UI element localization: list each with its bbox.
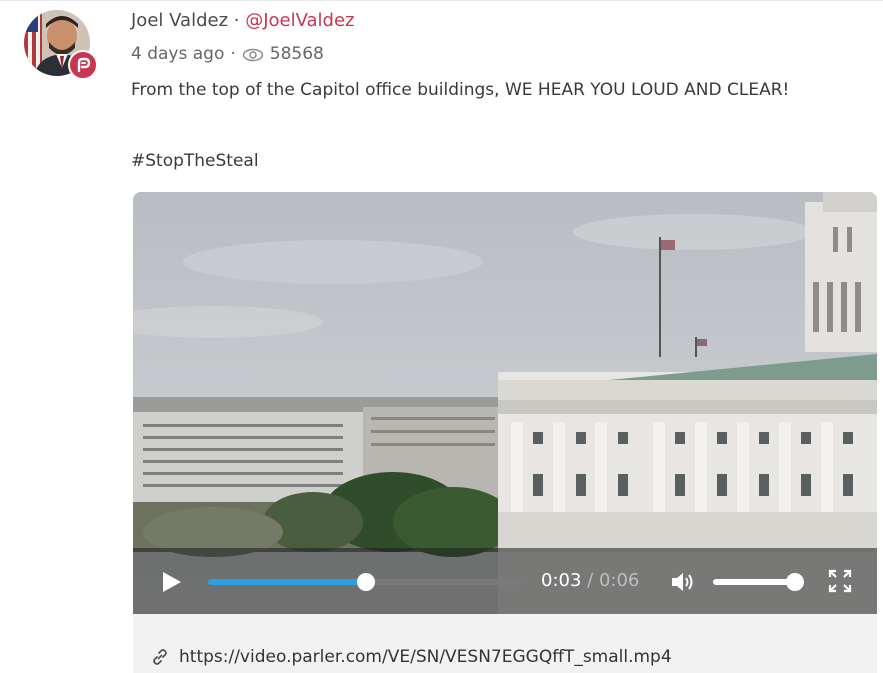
fullscreen-icon[interactable] xyxy=(828,569,852,597)
parler-icon xyxy=(68,50,98,80)
meta-separator: · xyxy=(230,44,236,64)
time-display: 0:03 / 0:06 xyxy=(541,570,639,591)
progress-fill xyxy=(208,579,366,585)
post-hashtag[interactable]: #StopTheSteal xyxy=(131,151,259,171)
video-controls: 0:03 / 0:06 xyxy=(133,548,877,614)
post-card: Joel Valdez · @JoelValdez 4 days ago · 5… xyxy=(0,0,883,673)
post-body: From the top of the Capitol office build… xyxy=(131,80,790,100)
time-separator: / xyxy=(581,570,599,591)
current-time: 0:03 xyxy=(541,570,582,591)
volume-icon[interactable] xyxy=(670,570,696,598)
name-separator: · xyxy=(228,10,246,31)
volume-handle[interactable] xyxy=(786,573,804,591)
post-timestamp: 4 days ago xyxy=(131,44,225,64)
author-avatar[interactable] xyxy=(24,10,98,80)
volume-slider[interactable] xyxy=(713,573,804,591)
post-meta: 4 days ago · 58568 xyxy=(131,44,324,64)
link-preview[interactable]: https://video.parler.com/VE/SN/VESN7EGGQ… xyxy=(133,614,877,673)
author-line: Joel Valdez · @JoelValdez xyxy=(131,10,354,31)
link-url[interactable]: https://video.parler.com/VE/SN/VESN7EGGQ… xyxy=(179,647,672,667)
progress-bar[interactable] xyxy=(208,573,523,591)
link-icon xyxy=(151,648,169,670)
volume-fill xyxy=(713,579,795,585)
video-player[interactable]: 0:03 / 0:06 xyxy=(133,192,877,614)
duration: 0:06 xyxy=(598,570,640,591)
progress-handle[interactable] xyxy=(356,573,375,591)
eye-icon xyxy=(242,47,264,62)
author-name[interactable]: Joel Valdez xyxy=(131,10,228,31)
author-handle[interactable]: @JoelValdez xyxy=(245,10,354,31)
view-count: 58568 xyxy=(269,44,324,64)
play-icon[interactable] xyxy=(161,570,183,598)
